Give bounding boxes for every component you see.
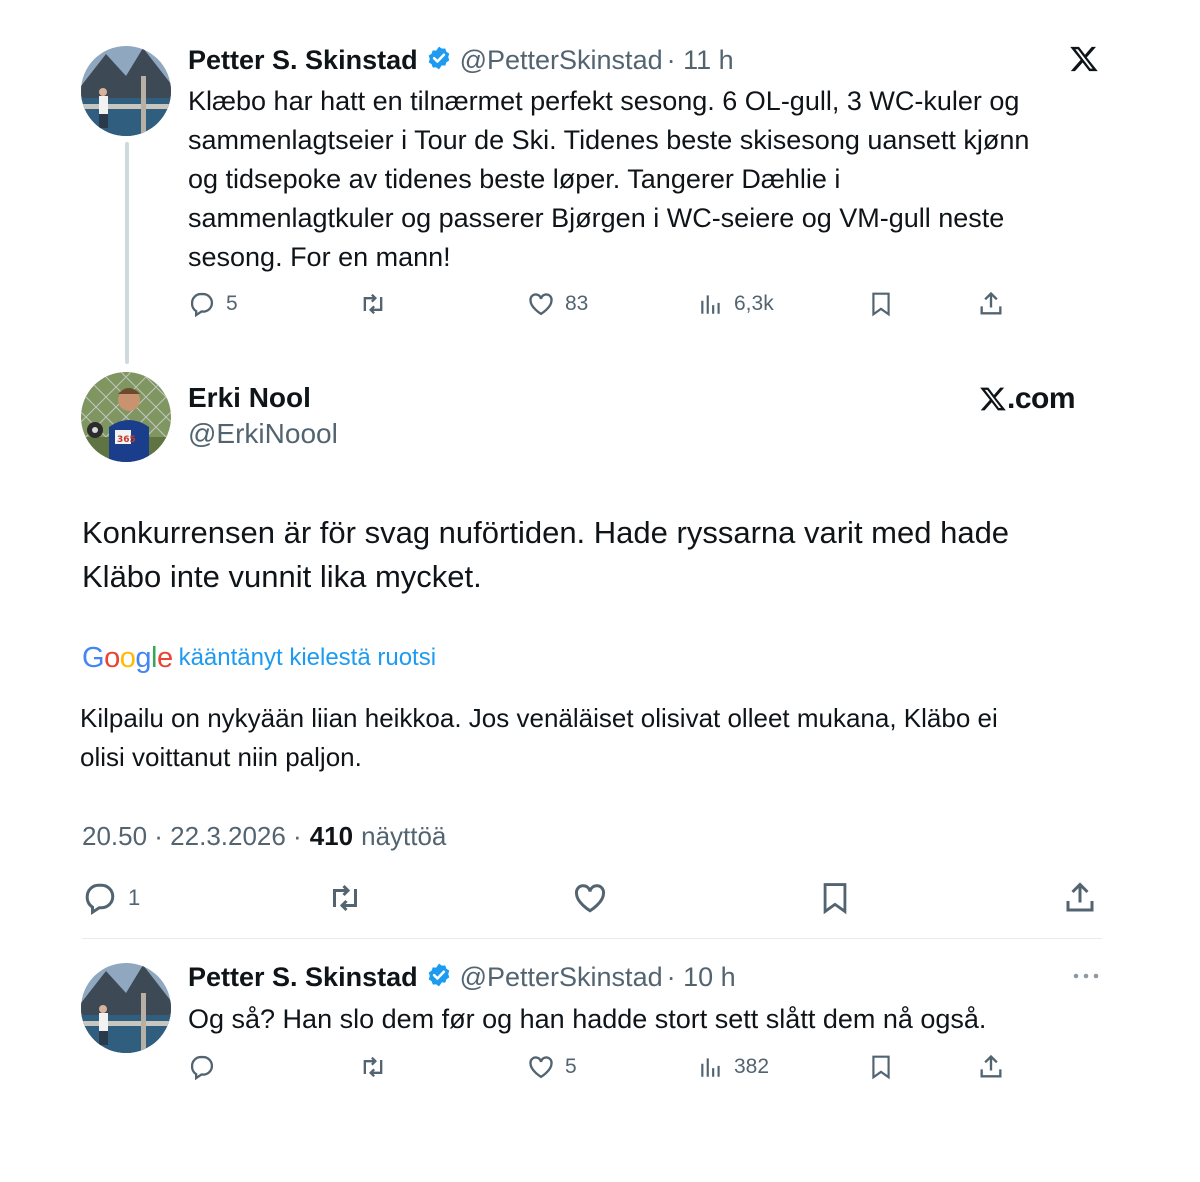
heart-icon: [529, 293, 553, 316]
heart-icon: [529, 1056, 553, 1079]
verified-icon: [426, 962, 452, 993]
reply-icon: [190, 1055, 214, 1081]
views-button[interactable]: 382: [698, 1053, 769, 1081]
tweet-time[interactable]: · 10 h: [667, 962, 736, 993]
heart-icon: [574, 884, 606, 913]
svg-text:365: 365: [117, 435, 136, 445]
avatar[interactable]: [81, 963, 171, 1053]
translation-text: Kilpailu on nykyään liian heikkoa. Jos v…: [80, 703, 998, 772]
author-handle[interactable]: @PetterSkinstad: [460, 45, 663, 76]
retweet-button[interactable]: [358, 290, 388, 318]
retweet-icon: [363, 1056, 383, 1078]
google-logo: Google: [82, 641, 173, 674]
tweet-text: Og så? Han slo dem før og han hadde stor…: [188, 1004, 987, 1034]
x-logo-icon: [1069, 44, 1099, 79]
x-logo-icon: [980, 387, 1006, 411]
share-icon: [1066, 882, 1094, 912]
verified-icon: [426, 45, 452, 76]
bookmark-button[interactable]: [868, 1053, 894, 1081]
retweet-icon: [333, 884, 357, 912]
share-button[interactable]: [977, 290, 1005, 318]
share-button[interactable]: [1062, 880, 1098, 916]
more-options-icon[interactable]: [1071, 966, 1101, 991]
avatar[interactable]: [81, 46, 171, 136]
tweet-text: Konkurrensen är för svag nuförtiden. Had…: [82, 515, 1010, 594]
reply-button[interactable]: 1: [82, 880, 140, 916]
translation-attribution[interactable]: Google kääntänyt kielestä ruotsi: [82, 638, 436, 678]
bookmark-icon: [823, 883, 847, 915]
author-name[interactable]: Petter S. Skinstad: [188, 45, 418, 76]
xcom-logo: .com: [979, 382, 1076, 416]
reply-button[interactable]: [188, 1053, 216, 1081]
share-icon: [980, 291, 1002, 315]
avatar[interactable]: 365: [81, 372, 171, 462]
reply-button[interactable]: 5: [188, 290, 238, 318]
reply-icon: [85, 883, 115, 916]
analytics-icon: [701, 1058, 720, 1077]
retweet-icon: [363, 293, 383, 315]
timestamp[interactable]: 20.50 · 22.3.2026 ·: [82, 821, 302, 852]
author-handle[interactable]: @ErkiNoool: [188, 418, 338, 450]
retweet-button[interactable]: [326, 880, 364, 916]
tweet-text: Klæbo har hatt en tilnærmet perfekt seso…: [188, 86, 1030, 272]
views-button[interactable]: 6,3k: [698, 290, 774, 318]
author-name[interactable]: Erki Nool: [188, 382, 311, 414]
share-button[interactable]: [977, 1053, 1005, 1081]
like-button[interactable]: 83: [527, 290, 588, 318]
author-name[interactable]: Petter S. Skinstad: [188, 962, 418, 993]
translated-label[interactable]: kääntänyt kielestä ruotsi: [179, 644, 436, 672]
divider: [82, 938, 1102, 939]
bookmark-button[interactable]: [868, 290, 894, 318]
thread-line: [125, 142, 129, 364]
tweet-time[interactable]: · 11 h: [667, 45, 734, 76]
analytics-icon: [701, 295, 720, 314]
bookmark-icon: [872, 1055, 890, 1080]
reply-icon: [190, 292, 214, 318]
tweet-meta: 20.50 · 22.3.2026 · 410 näyttöä: [82, 818, 446, 854]
like-button[interactable]: [572, 880, 608, 916]
retweet-button[interactable]: [358, 1053, 388, 1081]
views-label: näyttöä: [361, 820, 447, 851]
share-icon: [980, 1054, 1002, 1078]
bookmark-button[interactable]: [818, 880, 852, 916]
author-handle[interactable]: @PetterSkinstad: [460, 962, 663, 993]
like-button[interactable]: 5: [527, 1053, 577, 1081]
view-count: 410: [309, 820, 354, 851]
bookmark-icon: [872, 292, 890, 317]
